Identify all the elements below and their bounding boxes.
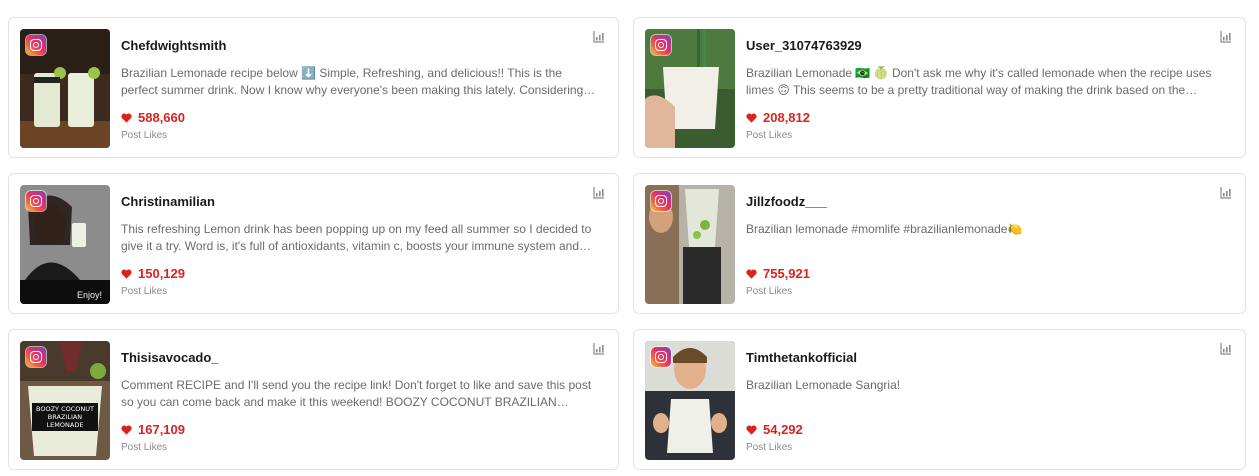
likes-label: Post Likes bbox=[746, 286, 793, 297]
likes-count: 588,660 bbox=[138, 110, 185, 125]
likes-row: 150,129 bbox=[121, 266, 185, 281]
thumbnail-caption: Enjoy! bbox=[76, 290, 102, 300]
username[interactable]: Timthetankofficial bbox=[746, 350, 857, 365]
instagram-icon bbox=[26, 347, 46, 367]
likes-row: 588,660 bbox=[121, 110, 185, 125]
likes-row: 208,812 bbox=[746, 110, 810, 125]
post-description: Brazilian Lemonade Sangria! bbox=[746, 378, 901, 392]
likes-count: 755,921 bbox=[763, 266, 810, 281]
likes-label: Post Likes bbox=[746, 130, 793, 141]
username[interactable]: Thisisavocado_ bbox=[121, 350, 219, 365]
instagram-icon bbox=[26, 35, 46, 55]
chart-stats-icon[interactable] bbox=[592, 342, 605, 355]
post-thumbnail[interactable]: Enjoy! bbox=[20, 185, 110, 304]
likes-count: 208,812 bbox=[763, 110, 810, 125]
post-card[interactable]: Timthetankofficial Brazilian Lemonade Sa… bbox=[633, 329, 1246, 470]
post-card[interactable]: Chefdwightsmith Brazilian Lemonade recip… bbox=[8, 17, 619, 158]
username[interactable]: Chefdwightsmith bbox=[121, 38, 226, 53]
heart-icon bbox=[746, 113, 757, 123]
post-description: This refreshing Lemon drink has been pop… bbox=[121, 222, 592, 253]
heart-icon bbox=[121, 113, 132, 123]
instagram-icon bbox=[26, 191, 46, 211]
instagram-icon bbox=[651, 347, 671, 367]
likes-count: 150,129 bbox=[138, 266, 185, 281]
username[interactable]: User_31074763929 bbox=[746, 38, 862, 53]
post-card[interactable]: Enjoy! Christinamilian This refreshing L… bbox=[8, 173, 619, 314]
heart-icon bbox=[121, 425, 132, 435]
likes-label: Post Likes bbox=[121, 286, 168, 297]
likes-row: 54,292 bbox=[746, 422, 803, 437]
chart-stats-icon[interactable] bbox=[592, 186, 605, 199]
username[interactable]: Jillzfoodz___ bbox=[746, 194, 827, 209]
heart-icon bbox=[746, 425, 757, 435]
post-thumbnail[interactable] bbox=[20, 29, 110, 148]
post-description: Comment RECIPE and I'll send you the rec… bbox=[121, 378, 592, 409]
likes-label: Post Likes bbox=[121, 442, 168, 453]
likes-row: 167,109 bbox=[121, 422, 185, 437]
post-description: Brazilian Lemonade recipe below ⬇️ Simpl… bbox=[121, 66, 584, 97]
chart-stats-icon[interactable] bbox=[1219, 186, 1232, 199]
likes-label: Post Likes bbox=[121, 130, 168, 141]
post-card[interactable]: Jillzfoodz___ Brazilian lemonade #momlif… bbox=[633, 173, 1246, 314]
post-thumbnail[interactable] bbox=[645, 185, 735, 304]
username[interactable]: Christinamilian bbox=[121, 194, 215, 209]
post-thumbnail[interactable] bbox=[645, 341, 735, 460]
post-card[interactable]: BOOZY COCONUT BRAZILIAN LEMONADE Thisisa… bbox=[8, 329, 619, 470]
likes-label: Post Likes bbox=[746, 442, 793, 453]
likes-count: 167,109 bbox=[138, 422, 185, 437]
chart-stats-icon[interactable] bbox=[592, 30, 605, 43]
post-thumbnail[interactable]: BOOZY COCONUT BRAZILIAN LEMONADE bbox=[20, 341, 110, 460]
chart-stats-icon[interactable] bbox=[1219, 342, 1232, 355]
likes-row: 755,921 bbox=[746, 266, 810, 281]
posts-grid: Chefdwightsmith Brazilian Lemonade recip… bbox=[8, 17, 1246, 470]
thumbnail-caption: BOOZY COCONUT BRAZILIAN LEMONADE bbox=[32, 403, 98, 431]
instagram-icon bbox=[651, 191, 671, 211]
post-card[interactable]: User_31074763929 Brazilian Lemonade 🇧🇷 🍈… bbox=[633, 17, 1246, 158]
likes-count: 54,292 bbox=[763, 422, 803, 437]
heart-icon bbox=[121, 269, 132, 279]
chart-stats-icon[interactable] bbox=[1219, 30, 1232, 43]
instagram-icon bbox=[651, 35, 671, 55]
post-description: Brazilian Lemonade 🇧🇷 🍈 Don't ask me why… bbox=[746, 66, 1212, 97]
post-description: Brazilian lemonade #momlife #brazilianle… bbox=[746, 222, 1023, 236]
post-thumbnail[interactable] bbox=[645, 29, 735, 148]
heart-icon bbox=[746, 269, 757, 279]
